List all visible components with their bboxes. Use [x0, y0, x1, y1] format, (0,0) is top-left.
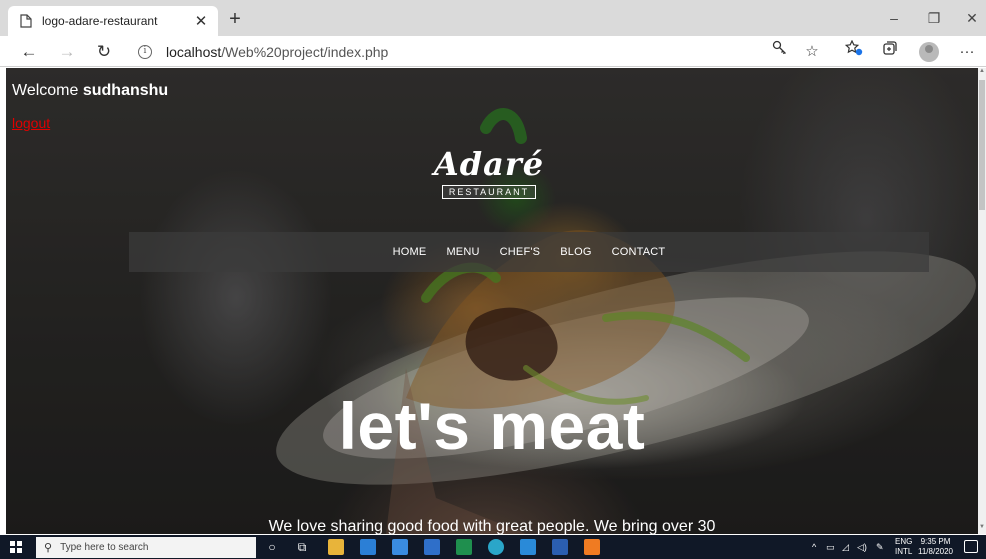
logo-name: Adaré	[433, 145, 545, 183]
page-icon	[20, 14, 32, 28]
nav-blog[interactable]: BLOG	[560, 246, 591, 258]
task-view-icon[interactable]: ⧉	[294, 539, 310, 555]
nav-chefs[interactable]: CHEF'S	[500, 246, 541, 258]
excel-icon[interactable]	[456, 539, 472, 555]
refresh-icon[interactable]: ↻	[91, 39, 117, 65]
restore-button[interactable]: ❐	[914, 0, 954, 36]
tab-title: logo-adare-restaurant	[42, 14, 158, 28]
file-explorer-icon[interactable]	[328, 539, 344, 555]
more-icon[interactable]: ···	[954, 39, 980, 65]
tab-strip: logo-adare-restaurant ✕ + – ❐ ✕	[0, 0, 986, 36]
windows-start-icon[interactable]	[10, 541, 22, 553]
logo-subtitle: RESTAURANT	[441, 185, 537, 199]
nav-contact[interactable]: CONTACT	[612, 246, 666, 258]
volume-icon[interactable]: ◁)	[857, 535, 867, 559]
hero-tagline: We love sharing good food with great peo…	[268, 518, 716, 534]
logout-link[interactable]: logout	[12, 115, 50, 131]
browser-window: logo-adare-restaurant ✕ + – ❐ ✕ ← → ↻ i …	[0, 0, 986, 559]
url-host: localhost	[166, 43, 222, 60]
lang-bottom: INTL	[895, 547, 913, 556]
scroll-up-icon[interactable]: ▲	[978, 68, 986, 78]
language-indicator[interactable]: ENG INTL	[895, 537, 912, 557]
welcome-message: Welcome sudhanshu	[12, 82, 168, 100]
pen-icon[interactable]: ✎	[876, 535, 884, 559]
search-icon: ⚲	[44, 542, 53, 554]
key-icon[interactable]	[767, 39, 793, 65]
page-viewport: Welcome sudhanshu logout Adaré RESTAURAN…	[6, 68, 978, 534]
notifications-icon[interactable]	[964, 540, 978, 553]
address-bar[interactable]: i localhost/Web%20project/index.php	[128, 39, 828, 64]
minimize-button[interactable]: –	[874, 0, 914, 36]
url-text[interactable]: localhost/Web%20project/index.php	[166, 44, 388, 60]
nav-home[interactable]: HOME	[393, 246, 427, 258]
forward-icon[interactable]: →	[54, 39, 80, 65]
nav-menu[interactable]: MENU	[446, 246, 479, 258]
store-icon[interactable]	[392, 539, 408, 555]
calendar-icon[interactable]	[424, 539, 440, 555]
tray-chevron-icon[interactable]: ^	[812, 535, 816, 559]
url-path: /Web%20project/index.php	[221, 43, 389, 60]
scroll-thumb[interactable]	[979, 80, 985, 210]
new-tab-button[interactable]: +	[222, 6, 248, 32]
username: sudhanshu	[82, 82, 169, 99]
taskbar-search[interactable]: ⚲ Type here to search	[36, 537, 256, 558]
lang-top: ENG	[895, 537, 913, 546]
favorites-icon[interactable]	[841, 39, 867, 65]
star-icon[interactable]: ☆	[799, 39, 825, 65]
page-scrollbar[interactable]: ▲ ▼	[978, 68, 986, 534]
vscode-icon[interactable]	[520, 539, 536, 555]
profile-icon[interactable]	[919, 42, 939, 62]
toolbar: ← → ↻ i localhost/Web%20project/index.ph…	[0, 36, 986, 67]
close-window-button[interactable]: ✕	[952, 0, 986, 36]
clock-time: 9:35 PM	[920, 537, 951, 546]
battery-icon[interactable]: ▭	[826, 535, 835, 559]
taskbar-search-placeholder: Type here to search	[60, 542, 149, 553]
tab-active[interactable]: logo-adare-restaurant ✕	[8, 6, 218, 36]
network-icon[interactable]: ◿	[842, 535, 849, 559]
edge-icon[interactable]	[488, 539, 504, 555]
xampp-icon[interactable]	[584, 539, 600, 555]
cortana-icon[interactable]: ○	[264, 539, 280, 555]
clock[interactable]: 9:35 PM 11/8/2020	[918, 537, 953, 557]
collections-icon[interactable]	[877, 39, 903, 65]
scroll-down-icon[interactable]: ▼	[978, 524, 986, 534]
welcome-prefix: Welcome	[12, 82, 83, 99]
restaurant-logo[interactable]: Adaré RESTAURANT	[426, 146, 552, 200]
clock-date: 11/8/2020	[918, 547, 953, 556]
main-nav: HOME MENU CHEF'S BLOG CONTACT	[129, 232, 929, 272]
info-icon[interactable]: i	[138, 44, 152, 59]
mail-icon[interactable]	[360, 539, 376, 555]
tab-close-icon[interactable]: ✕	[190, 12, 212, 30]
hero-headline: let's meat	[338, 389, 646, 463]
back-icon[interactable]: ←	[16, 39, 42, 65]
taskbar: ⚲ Type here to search ○ ⧉ ^ ▭ ◿ ◁) ✎ ENG…	[0, 535, 986, 559]
word-icon[interactable]	[552, 539, 568, 555]
